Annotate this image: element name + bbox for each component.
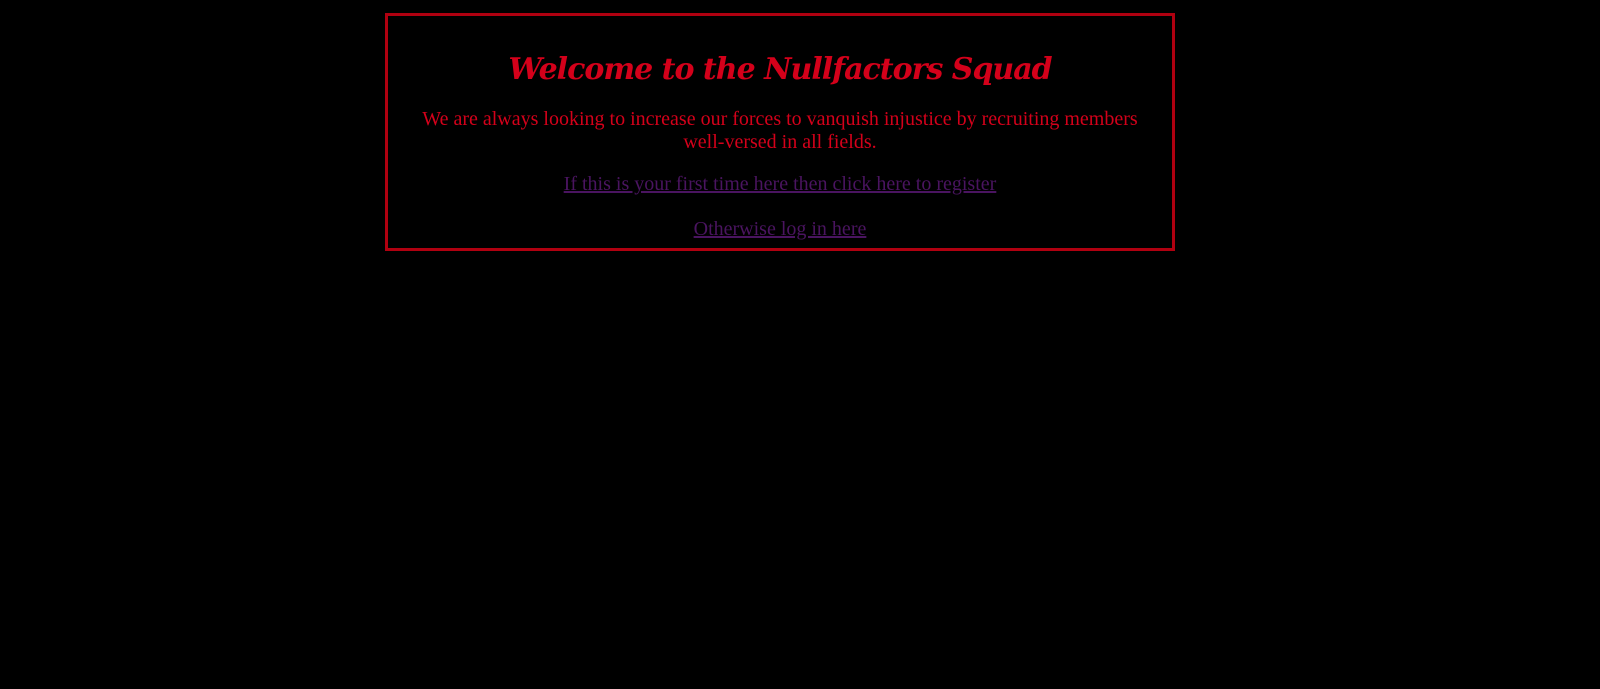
page-title: Welcome to the Nullfactors Squad [508, 52, 1052, 87]
register-link[interactable]: If this is your first time here then cli… [564, 173, 997, 196]
intro-text: We are always looking to increase our fo… [422, 108, 1138, 153]
login-link[interactable]: Otherwise log in here [694, 218, 867, 241]
register-link-row: If this is your first time here then cli… [388, 154, 1172, 196]
login-link-row: Otherwise log in here [388, 196, 1172, 241]
welcome-panel: Welcome to the Nullfactors Squad We are … [385, 13, 1175, 251]
